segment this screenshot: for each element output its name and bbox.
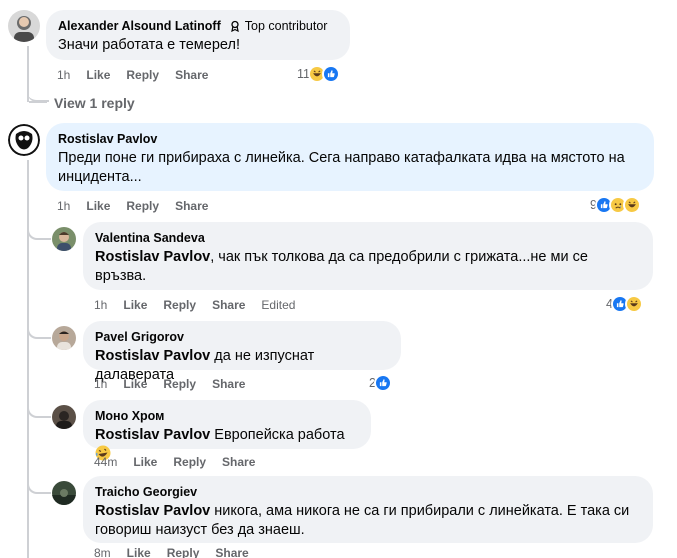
haha-icon: [622, 196, 641, 214]
comment-author[interactable]: Alexander Alsound Latinoff: [58, 18, 221, 34]
comment-body: Европейска работа: [210, 427, 345, 443]
mention-link[interactable]: Rostislav Pavlov: [95, 249, 210, 265]
comment-text: Преди поне ги прибираха с линейка. Сега …: [58, 150, 625, 185]
haha-icon: [624, 295, 643, 313]
comment-actions: 44m Like Reply Share: [94, 454, 271, 470]
like-button[interactable]: Like: [127, 546, 151, 558]
reply-button[interactable]: Reply: [173, 455, 206, 469]
top-contributor-badge: Top contributor: [229, 18, 328, 34]
comment-text: Rostislav Pavlov никога, ама никога не с…: [95, 502, 641, 540]
reply-button[interactable]: Reply: [167, 546, 200, 558]
comment-time[interactable]: 44m: [94, 455, 117, 469]
comment-time[interactable]: 1h: [94, 298, 107, 312]
badge-label: Top contributor: [244, 19, 328, 33]
reaction-summary[interactable]: 2: [369, 374, 392, 392]
comment-bubble: Valentina Sandeva Rostislav Pavlov, чак …: [83, 222, 653, 290]
like-button[interactable]: Like: [133, 455, 157, 469]
reply-connector: [27, 478, 51, 494]
reply-connector: [27, 224, 51, 240]
like-icon: [373, 374, 392, 392]
thread-line: [27, 46, 29, 90]
thread-line: [27, 86, 29, 102]
comment-time[interactable]: 8m: [94, 546, 111, 558]
thread-curve: [27, 86, 49, 102]
comment-time[interactable]: 1h: [57, 199, 70, 213]
comment-time[interactable]: 1h: [57, 68, 70, 82]
mention-link[interactable]: Rostislav Pavlov: [95, 427, 210, 443]
share-button[interactable]: Share: [212, 298, 245, 312]
thread-line-horizontal: [29, 101, 47, 103]
avatar[interactable]: [8, 124, 40, 156]
avatar[interactable]: [52, 481, 76, 505]
like-button[interactable]: Like: [86, 68, 110, 82]
like-icon: [321, 65, 340, 83]
comment-text: Значи работата е темерел!: [58, 37, 240, 53]
avatar[interactable]: [52, 326, 76, 350]
comment-bubble: Rostislav Pavlov Преди поне ги прибираха…: [46, 123, 654, 191]
comment-time[interactable]: 1h: [94, 377, 107, 391]
comment-author[interactable]: Valentina Sandeva: [95, 230, 205, 246]
reaction-summary[interactable]: 9: [590, 196, 641, 214]
comment-actions: 8m Like Reply Share: [94, 545, 265, 558]
like-button[interactable]: Like: [86, 199, 110, 213]
reply-connector: [27, 323, 51, 339]
comment-actions: 1h Like Reply Share: [57, 67, 224, 83]
comment-bubble: Pavel Grigorov Rostislav Pavlov да не из…: [83, 321, 401, 383]
share-button[interactable]: Share: [222, 455, 255, 469]
share-button[interactable]: Share: [215, 546, 248, 558]
share-button[interactable]: Share: [212, 377, 245, 391]
like-button[interactable]: Like: [123, 377, 147, 391]
comment-actions: 1h Like Reply Share Edited: [94, 297, 311, 313]
comment-author[interactable]: Pavel Grigorov: [95, 329, 184, 345]
comment-author[interactable]: Traicho Georgiev: [95, 484, 197, 500]
avatar[interactable]: [8, 10, 40, 42]
comment-author[interactable]: Моно Хром: [95, 408, 164, 424]
share-button[interactable]: Share: [175, 199, 208, 213]
avatar[interactable]: [52, 227, 76, 251]
reply-button[interactable]: Reply: [163, 298, 196, 312]
avatar[interactable]: [52, 405, 76, 429]
comment-bubble: Моно Хром Rostislav Pavlov Европейска ра…: [83, 400, 371, 461]
reaction-summary[interactable]: 11: [297, 65, 340, 83]
share-button[interactable]: Share: [175, 68, 208, 82]
mention-link[interactable]: Rostislav Pavlov: [95, 348, 210, 364]
award-icon: [230, 20, 239, 32]
comment-actions: 1h Like Reply Share: [94, 376, 261, 392]
mention-link[interactable]: Rostislav Pavlov: [95, 503, 210, 519]
thread-line: [27, 160, 29, 558]
edited-label[interactable]: Edited: [261, 298, 295, 312]
reaction-summary[interactable]: 4: [606, 295, 643, 313]
reply-connector: [27, 402, 51, 418]
comment-text: Rostislav Pavlov, чак пък толкова да са …: [95, 248, 641, 286]
view-replies-link[interactable]: View 1 reply: [54, 95, 135, 111]
reply-button[interactable]: Reply: [126, 199, 159, 213]
comment-bubble: Alexander Alsound Latinoff Top contribut…: [46, 10, 350, 60]
like-button[interactable]: Like: [123, 298, 147, 312]
comment-actions: 1h Like Reply Share: [57, 198, 224, 214]
comment-bubble: Traicho Georgiev Rostislav Pavlov никога…: [83, 476, 653, 543]
reply-button[interactable]: Reply: [126, 68, 159, 82]
comment-author[interactable]: Rostislav Pavlov: [58, 131, 157, 147]
reply-button[interactable]: Reply: [163, 377, 196, 391]
